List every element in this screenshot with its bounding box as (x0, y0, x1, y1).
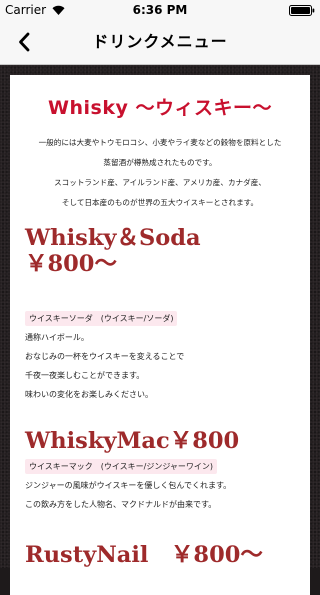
description-line: 千夜一夜楽しむことができます。 (25, 371, 145, 380)
battery-icon (289, 5, 315, 16)
drink-description-whisky-mac: ジンジャーの風味がウイスキーを優しく包んでくれます。 この飲み方をした人物名、マ… (25, 476, 300, 514)
chevron-left-icon (19, 32, 30, 52)
drink-name-whisky-mac: WhiskyMac￥800 (25, 428, 240, 454)
description-line: 味わいの変化をお楽しみください。 (25, 390, 153, 399)
intro-line: スコットランド産、アイルランド産、アメリカ産、カナダ産、 (54, 178, 266, 187)
section-heading: Whisky 〜ウィスキー〜 (48, 97, 272, 119)
description-line: おなじみの一杯をウイスキーを変えることで (25, 352, 185, 361)
menu-card: Whisky 〜ウィスキー〜 一般的には大麦やトウモロコシ、小麦やライ麦などの穀… (10, 75, 310, 595)
description-line: 通称ハイボール。 (25, 333, 89, 342)
drink-name-whisky-soda: Whisky＆Soda ￥800〜 (25, 225, 224, 277)
navigation-bar: ドリンクメニュー (0, 20, 320, 65)
drink-reading-whisky-soda: ウイスキーソーダ (ウイスキー/ソーダ) (25, 311, 178, 326)
section-intro: 一般的には大麦やトウモロコシ、小麦やライ麦などの穀物を原料とした 蒸留酒が樽熟成… (10, 133, 310, 213)
intro-line: そして日本産のものが世界の五大ウイスキーとされます。 (61, 198, 259, 207)
intro-line: 一般的には大麦やトウモロコシ、小麦やライ麦などの穀物を原料とした (38, 138, 282, 147)
description-line: この飲み方をした人物名、マクドナルドが由来です。 (25, 500, 217, 509)
drink-description-whisky-soda: 通称ハイボール。 おなじみの一杯をウイスキーを変えることで 千夜一夜楽しむことが… (25, 328, 300, 404)
page-title: ドリンクメニュー (92, 32, 228, 51)
status-bar: Carrier 6:36 PM (0, 0, 320, 20)
back-button[interactable] (8, 26, 40, 58)
description-line: ジンジャーの風味がウイスキーを優しく包んでくれます。 (25, 481, 232, 490)
status-time: 6:36 PM (132, 3, 188, 17)
drink-reading-whisky-mac: ウイスキーマック (ウイスキー/ジンジャーワイン) (25, 459, 218, 474)
intro-line: 蒸留酒が樽熟成されたものです。 (103, 158, 217, 167)
drink-name-rusty-nail: RustyNail ￥800〜 (25, 542, 263, 568)
